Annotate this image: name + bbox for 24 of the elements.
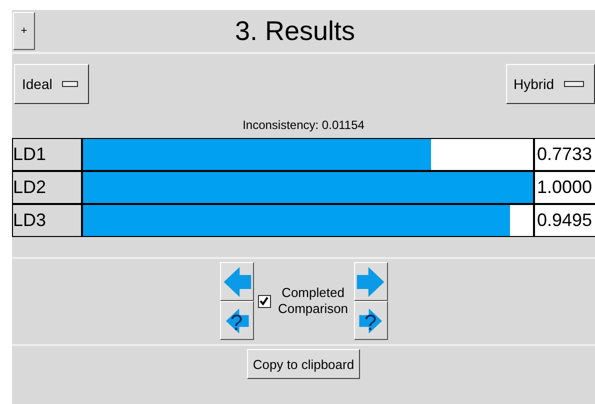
next-button[interactable]: [354, 262, 388, 301]
dropdown-indicator-icon: [62, 81, 78, 87]
row-label: LD3: [13, 205, 83, 236]
value-cell: 0.7733: [535, 139, 595, 170]
checkbox-label: Completed Comparison: [276, 285, 350, 317]
right-arrow-icon: [358, 306, 384, 334]
dropdown-indicator-icon: [564, 81, 584, 87]
previous-button[interactable]: [220, 262, 254, 301]
right-arrow-icon: [356, 264, 386, 298]
value-cell: 0.9495: [535, 205, 595, 236]
next-help-button[interactable]: ?: [354, 301, 388, 340]
previous-help-button[interactable]: ?: [220, 301, 254, 340]
row-label: LD1: [13, 139, 83, 170]
expand-button[interactable]: +: [13, 12, 35, 50]
copy-to-clipboard-button[interactable]: Copy to clipboard: [246, 349, 360, 379]
checkbox[interactable]: [258, 294, 270, 308]
row-label: LD2: [13, 172, 83, 203]
inconsistency-text: Inconsistency: 0.01154: [242, 118, 364, 132]
hybrid-dropdown[interactable]: Hybrid: [506, 64, 595, 104]
ideal-dropdown[interactable]: Ideal: [14, 64, 89, 104]
section-title: 3. Results: [234, 16, 356, 46]
value-cell: 1.0000: [535, 172, 595, 203]
left-arrow-icon: [222, 264, 252, 298]
left-arrow-icon: [224, 306, 250, 334]
